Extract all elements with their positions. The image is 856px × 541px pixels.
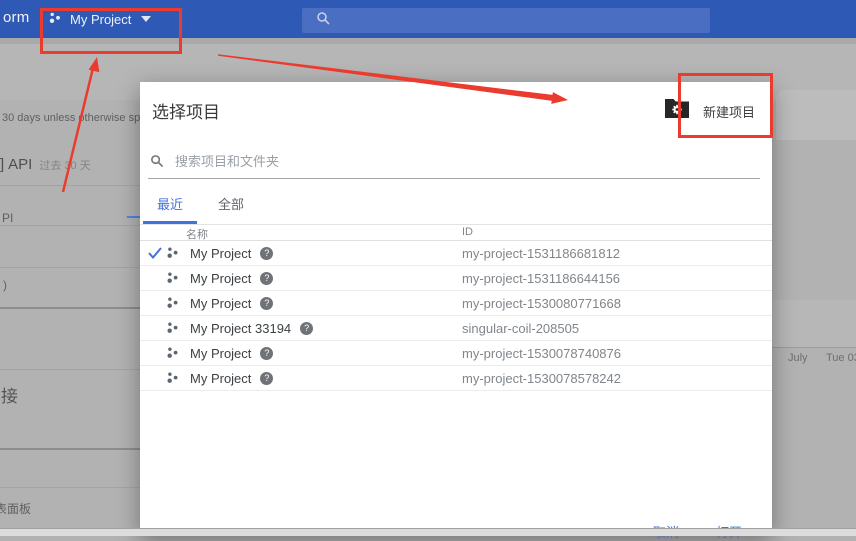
column-header-id: ID bbox=[462, 226, 473, 238]
search-icon bbox=[316, 11, 331, 31]
background-chart-line bbox=[127, 216, 140, 218]
project-id: my-project-1530078740876 bbox=[462, 346, 621, 361]
project-row[interactable]: My Project ? my-project-1530078740876 bbox=[140, 341, 772, 366]
project-id: my-project-1530080771668 bbox=[462, 296, 621, 311]
background-divider bbox=[0, 487, 140, 488]
header-search-input[interactable] bbox=[302, 8, 710, 33]
search-icon bbox=[150, 154, 164, 168]
new-project-button[interactable]: 新建项目 bbox=[664, 98, 755, 124]
background-divider bbox=[0, 185, 140, 186]
check-icon bbox=[148, 247, 166, 259]
window-bottom-edge bbox=[0, 528, 856, 536]
project-icon bbox=[48, 11, 62, 28]
project-list: My Project ? my-project-1531186681812 My… bbox=[140, 241, 772, 391]
project-name: My Project bbox=[190, 271, 251, 286]
background-partial-pi: PI bbox=[2, 211, 13, 225]
project-icon bbox=[166, 371, 179, 385]
help-icon: ? bbox=[260, 297, 273, 310]
background-divider-dark bbox=[0, 448, 140, 450]
project-row[interactable]: My Project ? my-project-1531186644156 bbox=[140, 266, 772, 291]
project-row[interactable]: My Project ? my-project-1531186681812 bbox=[140, 241, 772, 266]
help-icon: ? bbox=[260, 272, 273, 285]
project-selector-button[interactable]: My Project bbox=[48, 8, 151, 30]
background-api-heading: ]API 过去 30 天 bbox=[0, 156, 140, 174]
help-icon: ? bbox=[260, 372, 273, 385]
background-month-label: July bbox=[788, 352, 808, 364]
new-project-label: 新建项目 bbox=[703, 102, 755, 121]
project-icon bbox=[166, 321, 179, 335]
background-divider bbox=[0, 225, 140, 226]
dialog-title: 选择项目 bbox=[152, 98, 220, 123]
project-name: My Project bbox=[190, 296, 251, 311]
project-selector-label: My Project bbox=[70, 12, 131, 27]
project-search-field bbox=[148, 144, 760, 179]
background-divider-dark bbox=[0, 307, 140, 309]
project-id: my-project-1531186644156 bbox=[462, 271, 620, 286]
project-row[interactable]: My Project ? my-project-1530080771668 bbox=[140, 291, 772, 316]
project-icon bbox=[166, 246, 179, 260]
project-icon bbox=[166, 296, 179, 310]
project-name: My Project bbox=[190, 371, 251, 386]
help-icon: ? bbox=[260, 247, 273, 260]
project-id: my-project-1530078578242 bbox=[462, 371, 621, 386]
project-id: singular-coil-208505 bbox=[462, 321, 579, 336]
background-partial-heading: 接 bbox=[1, 382, 18, 407]
folder-gear-icon bbox=[664, 98, 690, 124]
background-text-notice: 30 days unless otherwise sp bbox=[2, 112, 140, 124]
help-icon: ? bbox=[300, 322, 313, 335]
tab-recent[interactable]: 最近 bbox=[157, 194, 183, 213]
tabs-divider bbox=[140, 224, 772, 225]
background-card-corner bbox=[776, 90, 856, 140]
brand-text-partial[interactable]: orm bbox=[3, 9, 29, 26]
app-header: orm My Project bbox=[0, 0, 856, 38]
api-heading-partial: ] bbox=[0, 156, 4, 173]
background-divider bbox=[0, 267, 140, 268]
project-name: My Project bbox=[190, 346, 251, 361]
background-divider bbox=[0, 369, 140, 370]
background-partial-paren: ) bbox=[3, 278, 7, 292]
background-chart-band bbox=[772, 300, 856, 347]
project-id: my-project-1531186681812 bbox=[462, 246, 620, 261]
project-icon bbox=[166, 271, 179, 285]
api-heading-text: API bbox=[8, 156, 32, 173]
project-icon bbox=[166, 346, 179, 360]
chevron-down-icon bbox=[141, 16, 151, 22]
background-day-label: Tue 03 bbox=[826, 352, 856, 364]
project-name: My Project 33194 bbox=[190, 321, 291, 336]
help-icon: ? bbox=[260, 347, 273, 360]
project-row[interactable]: My Project 33194 ? singular-coil-208505 bbox=[140, 316, 772, 341]
select-project-dialog: 选择项目 新建项目 最近 全部 名称 ID bbox=[140, 82, 772, 536]
background-partial-panel: 表面板 bbox=[0, 500, 31, 517]
project-name: My Project bbox=[190, 246, 251, 261]
project-search-input[interactable] bbox=[173, 153, 737, 170]
background-axis-line bbox=[772, 347, 856, 348]
project-row[interactable]: My Project ? my-project-1530078578242 bbox=[140, 366, 772, 391]
api-heading-range: 过去 30 天 bbox=[39, 160, 90, 172]
tab-all[interactable]: 全部 bbox=[218, 194, 244, 213]
